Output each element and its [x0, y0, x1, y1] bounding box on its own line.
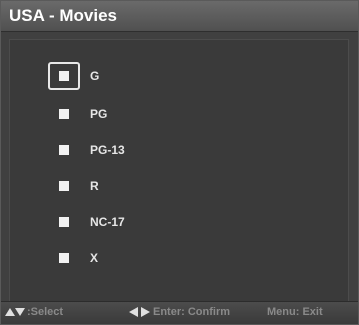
rating-label: R — [90, 179, 99, 193]
checkbox-square-icon — [59, 181, 69, 191]
rating-item-pg[interactable]: PG — [50, 102, 107, 126]
osd-window: USA - Movies G PG PG-13 R NC-17 X:Selec… — [0, 0, 359, 325]
checkbox[interactable] — [50, 210, 78, 234]
checkbox-square-icon — [59, 253, 69, 263]
rating-list: G PG PG-13 R NC-17 X — [9, 39, 349, 310]
rating-label: NC-17 — [90, 215, 125, 229]
rating-item-x[interactable]: X — [50, 246, 98, 270]
rating-label: G — [90, 69, 100, 83]
rating-label: PG-13 — [90, 143, 125, 157]
page-title: USA - Movies — [9, 6, 118, 25]
select-hint: :Select — [5, 306, 63, 318]
checkbox[interactable] — [50, 174, 78, 198]
checkbox[interactable] — [50, 102, 78, 126]
confirm-hint-label: Enter: Confirm — [153, 306, 230, 318]
up-down-arrows-icon — [5, 308, 25, 316]
rating-item-nc-17[interactable]: NC-17 — [50, 210, 125, 234]
footer-hints: :Select Enter: Confirm Menu: Exit — [1, 301, 358, 324]
checkbox-square-icon — [59, 109, 69, 119]
rating-item-pg-13[interactable]: PG-13 — [50, 138, 125, 162]
checkbox[interactable] — [48, 62, 80, 90]
title-bar: USA - Movies — [1, 1, 358, 32]
checkbox[interactable] — [50, 138, 78, 162]
checkbox-square-icon — [59, 71, 69, 81]
confirm-hint: Enter: Confirm — [129, 306, 230, 318]
exit-hint: Menu: Exit — [267, 306, 323, 318]
rating-label: X — [90, 251, 99, 265]
rating-item-g[interactable]: G — [48, 62, 100, 90]
rating-label: PG — [90, 107, 108, 121]
rating-item-r[interactable]: R — [50, 174, 99, 198]
left-right-arrows-icon — [129, 307, 150, 317]
select-hint-label: :Select — [27, 306, 64, 318]
checkbox-square-icon — [59, 145, 69, 155]
checkbox[interactable] — [50, 246, 78, 270]
checkbox-square-icon — [59, 217, 69, 227]
exit-hint-label: Menu: Exit — [267, 306, 323, 318]
